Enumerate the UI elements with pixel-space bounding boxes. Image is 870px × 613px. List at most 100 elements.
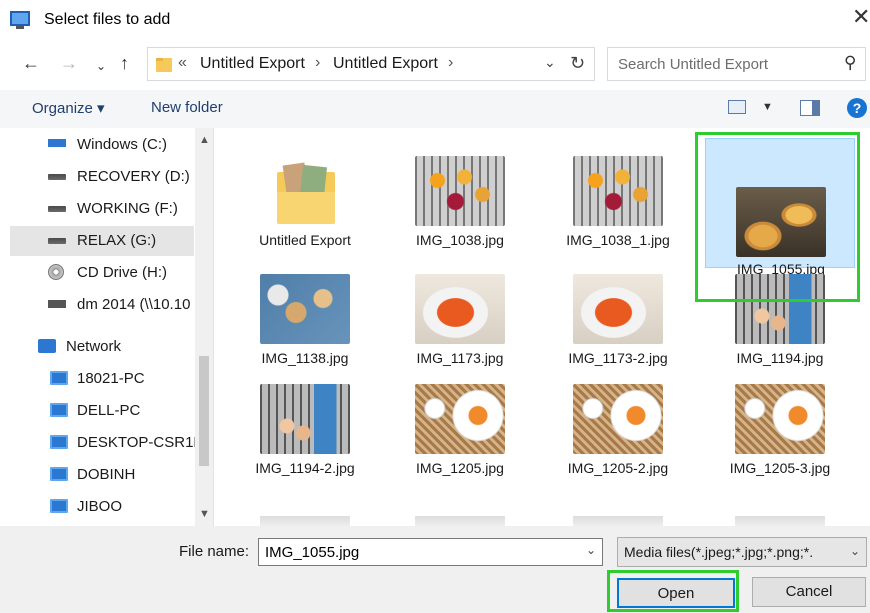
network-icon (38, 339, 56, 353)
file-list: Untitled Export IMG_1038.jpg IMG_1038_1.… (215, 128, 870, 526)
computer-icon (50, 467, 68, 481)
file-open-dialog: Select files to add ✕ ← → ⌄ ↑ « Untitled… (0, 0, 870, 613)
nav-item-cd-drive-h[interactable]: CD Drive (H:) (10, 258, 194, 288)
up-arrow-icon[interactable]: ↑ (120, 52, 129, 74)
file-name: IMG_1138.jpg (261, 350, 349, 366)
nav-item-network[interactable]: Network (10, 332, 194, 362)
file-item[interactable]: IMG_1138.jpg (230, 266, 380, 378)
nav-item-desktop-csr1f[interactable]: DESKTOP-CSR1F (10, 428, 203, 458)
nav-item-18021-pc[interactable]: 18021-PC (10, 364, 194, 394)
back-arrow-icon[interactable]: ← (22, 52, 40, 74)
drive-icon (48, 174, 66, 180)
computer-icon (50, 403, 68, 417)
image-thumbnail (573, 156, 663, 226)
search-box[interactable]: ⚲ (607, 47, 866, 81)
image-thumbnail (735, 516, 825, 526)
file-name: IMG_1038_1.jpg (566, 232, 670, 248)
breadcrumb-overflow-icon[interactable]: « (178, 54, 187, 72)
view-options-dropdown-icon[interactable]: ▼ (762, 101, 773, 113)
breadcrumb-item[interactable]: Untitled Export (200, 55, 305, 73)
nav-item-relax-g[interactable]: RELAX (G:) (10, 226, 194, 256)
file-item[interactable]: IMG_1038.jpg (385, 148, 535, 260)
file-name: IMG_1194.jpg (736, 350, 824, 366)
new-folder-button[interactable]: New folder (151, 99, 223, 116)
file-item[interactable]: IMG_1194.jpg (705, 266, 855, 378)
computer-icon (50, 371, 68, 385)
file-item[interactable]: IMG_1173.jpg (385, 266, 535, 378)
breadcrumb-separator-icon[interactable]: › (315, 54, 320, 72)
recent-locations-chevron-icon[interactable]: ⌄ (96, 55, 106, 77)
network-drive-icon (48, 300, 66, 308)
file-name-label: File name: (179, 543, 250, 560)
nav-item-working-f[interactable]: WORKING (F:) (10, 194, 194, 224)
file-name: IMG_1194-2.jpg (255, 460, 355, 476)
nav-item-dell-pc[interactable]: DELL-PC (10, 396, 194, 426)
chevron-down-icon[interactable]: ⌄ (850, 544, 860, 558)
nav-item-windows-c[interactable]: Windows (C:) (10, 130, 194, 160)
image-thumbnail (573, 384, 663, 454)
nav-item-recovery-d[interactable]: RECOVERY (D:) (10, 162, 194, 192)
image-thumbnail (415, 384, 505, 454)
file-item-selected[interactable]: IMG_1055.jpg (705, 138, 855, 277)
file-name-input[interactable] (263, 542, 573, 562)
address-dropdown-icon[interactable]: ⌄ (544, 54, 556, 71)
file-item[interactable]: IMG_1173-2.jpg (543, 266, 693, 378)
organize-menu-button[interactable]: Organize ▾ (32, 99, 105, 117)
file-name: IMG_1173-2.jpg (568, 350, 668, 366)
command-toolbar: Organize ▾ New folder ▼ ? (0, 90, 870, 128)
search-icon[interactable]: ⚲ (844, 53, 856, 73)
app-window-icon (10, 11, 30, 29)
refresh-icon[interactable]: ↻ (570, 53, 585, 74)
file-item[interactable]: IMG_1205.jpg (385, 376, 535, 488)
drive-icon (48, 206, 66, 212)
nav-item-jiboo[interactable]: JIBOO (10, 492, 194, 522)
navigation-pane: Windows (C:) RECOVERY (D:) WORKING (F:) … (0, 128, 214, 526)
search-input[interactable] (616, 53, 836, 75)
nav-item-dm-2014[interactable]: dm 2014 (\\10.10 (10, 290, 194, 320)
file-name: IMG_1173.jpg (416, 350, 504, 366)
file-name: IMG_1205-3.jpg (729, 460, 831, 476)
dialog-footer: File name: ⌄ Media files(*.jpeg;*.jpg;*.… (0, 526, 870, 613)
address-bar[interactable]: « Untitled Export › Untitled Export › ⌄ … (147, 47, 595, 81)
folder-icon (277, 162, 335, 224)
window-title: Select files to add (44, 11, 171, 28)
file-item-folder[interactable]: Untitled Export (230, 148, 380, 260)
help-icon[interactable]: ? (847, 98, 867, 118)
cancel-button[interactable]: Cancel (752, 577, 866, 607)
nav-pane-scrollbar[interactable]: ▲ ▼ (195, 128, 213, 526)
image-thumbnail (573, 274, 663, 344)
image-thumbnail (415, 274, 505, 344)
image-thumbnail (735, 384, 825, 454)
image-thumbnail (260, 274, 350, 344)
scrollbar-thumb[interactable] (199, 356, 209, 466)
file-name: IMG_1038.jpg (416, 232, 504, 248)
image-thumbnail (415, 156, 505, 226)
file-item[interactable]: IMG_1194-2.jpg (230, 376, 380, 488)
windows-drive-icon (48, 139, 66, 147)
file-name: Untitled Export (259, 232, 351, 248)
file-item[interactable]: IMG_1205-2.jpg (543, 376, 693, 488)
nav-item-dobinh[interactable]: DOBINH (10, 460, 194, 490)
file-name-combobox[interactable]: ⌄ (258, 538, 603, 566)
scroll-down-icon[interactable]: ▼ (199, 508, 210, 520)
scroll-up-icon[interactable]: ▲ (199, 134, 210, 146)
cd-drive-icon (48, 264, 64, 280)
file-type-select[interactable]: Media files(*.jpeg;*.jpg;*.png;*. ⌄ (617, 537, 867, 567)
open-button[interactable]: Open (617, 578, 735, 608)
breadcrumb-item[interactable]: Untitled Export (333, 55, 438, 73)
image-thumbnail (260, 384, 350, 454)
change-view-icon[interactable] (728, 100, 746, 114)
close-icon[interactable]: ✕ (852, 6, 870, 28)
image-thumbnail (573, 516, 663, 526)
image-thumbnail (736, 187, 826, 257)
breadcrumb-separator-icon[interactable]: › (448, 54, 453, 72)
preview-pane-icon[interactable] (800, 100, 820, 116)
computer-icon (50, 499, 68, 513)
file-item[interactable]: IMG_1038_1.jpg (543, 148, 693, 260)
forward-arrow-icon[interactable]: → (60, 52, 78, 74)
file-type-value: Media files(*.jpeg;*.jpg;*.png;*. (624, 544, 814, 560)
chevron-down-icon[interactable]: ⌄ (586, 543, 596, 557)
file-item[interactable]: IMG_1205-3.jpg (705, 376, 855, 488)
file-name: IMG_1205-2.jpg (567, 460, 669, 476)
drive-icon (48, 238, 66, 244)
